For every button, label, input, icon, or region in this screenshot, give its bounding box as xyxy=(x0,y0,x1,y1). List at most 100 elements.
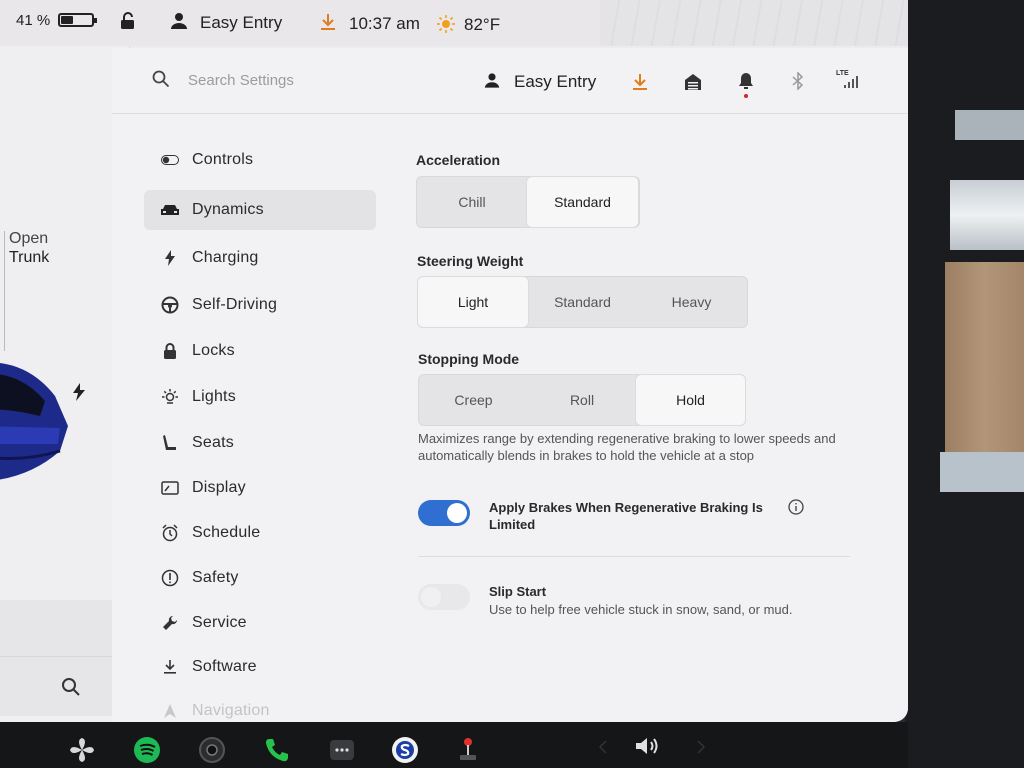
steering-weight-selector: Light Standard Heavy xyxy=(417,276,748,328)
nav-item-controls[interactable]: Controls xyxy=(144,140,376,180)
apply-brakes-toggle[interactable] xyxy=(418,500,470,526)
download-icon[interactable] xyxy=(632,73,648,91)
unlocked-icon[interactable] xyxy=(120,12,136,30)
slip-start-toggle[interactable] xyxy=(418,584,470,610)
battery-icon xyxy=(58,13,97,27)
apply-brakes-label-line1: Apply Brakes When Regenerative Braking I… xyxy=(489,500,763,515)
nav-label: Navigation xyxy=(192,702,270,719)
map-preview[interactable] xyxy=(600,0,908,46)
notification-bell-icon[interactable] xyxy=(738,72,754,98)
nav-label: Charging xyxy=(192,249,259,266)
nav-item-lights[interactable]: Lights xyxy=(144,377,376,417)
display-icon xyxy=(158,478,182,498)
lock-icon xyxy=(158,341,182,361)
bluetooth-icon[interactable] xyxy=(792,72,804,90)
nav-item-schedule[interactable]: Schedule xyxy=(144,513,376,553)
info-icon[interactable] xyxy=(788,499,804,515)
stopping-creep-button[interactable]: Creep xyxy=(419,375,528,425)
nav-item-dynamics[interactable]: Dynamics xyxy=(144,190,376,230)
steering-standard-button[interactable]: Standard xyxy=(528,277,637,327)
nav-item-service[interactable]: Service xyxy=(144,603,376,643)
apply-brakes-label-line2: Limited xyxy=(489,517,536,532)
arcade-joystick-icon[interactable] xyxy=(454,736,482,764)
schedule-icon xyxy=(158,523,182,543)
charging-bolt-icon xyxy=(73,383,85,401)
toggle-knob xyxy=(447,503,467,523)
steering-heavy-button[interactable]: Heavy xyxy=(637,277,746,327)
nav-item-safety[interactable]: Safety xyxy=(144,558,376,598)
light-icon xyxy=(158,387,182,407)
fan-icon[interactable] xyxy=(68,736,96,764)
slip-start-label: Slip Start xyxy=(489,584,547,599)
steering-wheel-icon xyxy=(158,295,182,315)
toggle-knob xyxy=(421,587,441,607)
steering-light-button[interactable]: Light xyxy=(418,277,528,327)
search-input[interactable] xyxy=(188,68,388,92)
nav-label: Service xyxy=(192,614,247,631)
chevron-left-icon[interactable] xyxy=(598,740,608,754)
nav-item-display[interactable]: Display xyxy=(144,468,376,508)
touchscreen: 41 % Easy Entry 10:37 am 82°F Open Trunk xyxy=(0,0,908,722)
nav-item-software[interactable]: Software xyxy=(144,647,376,687)
stopping-hold-button[interactable]: Hold xyxy=(636,375,745,425)
status-bar: 41 % Easy Entry 10:37 am 82°F xyxy=(0,0,908,46)
acceleration-selector: Chill Standard xyxy=(416,176,640,228)
nav-label: Safety xyxy=(192,569,239,586)
dashboard-trim-lower xyxy=(940,452,1024,492)
trunk-label[interactable]: Trunk xyxy=(9,249,49,267)
settings-panel: Easy Entry LTE Controls xyxy=(112,48,908,722)
settings-header: Easy Entry LTE xyxy=(112,48,908,114)
lte-label: LTE xyxy=(836,70,849,77)
nav-item-locks[interactable]: Locks xyxy=(144,331,376,371)
nav-item-navigation[interactable]: Navigation xyxy=(144,691,376,722)
search-icon[interactable] xyxy=(61,677,81,697)
seat-icon xyxy=(158,433,182,453)
camera-icon[interactable] xyxy=(198,736,226,764)
chevron-right-icon[interactable] xyxy=(696,740,706,754)
nav-item-charging[interactable]: Charging xyxy=(144,238,376,278)
download-icon xyxy=(158,657,182,677)
trunk-open-action[interactable]: Open xyxy=(9,230,48,248)
acceleration-title: Acceleration xyxy=(416,152,501,168)
download-icon[interactable] xyxy=(320,13,336,31)
wrench-icon xyxy=(158,613,182,633)
phone-icon[interactable] xyxy=(263,736,291,764)
nav-label: Controls xyxy=(192,151,254,168)
nav-item-seats[interactable]: Seats xyxy=(144,423,376,463)
notification-dot xyxy=(744,94,748,98)
safety-icon xyxy=(158,568,182,588)
toggle-icon xyxy=(158,150,182,170)
sun-icon xyxy=(437,15,455,33)
nav-label: Software xyxy=(192,658,257,675)
siriusxm-icon[interactable] xyxy=(391,736,419,764)
nav-label: Lights xyxy=(192,388,236,405)
clock: 10:37 am xyxy=(349,14,420,33)
car-outline xyxy=(4,231,5,351)
app-launcher-area xyxy=(0,600,118,716)
acceleration-chill-button[interactable]: Chill xyxy=(417,177,527,227)
nav-item-self-driving[interactable]: Self-Driving xyxy=(144,285,376,325)
volume-icon[interactable] xyxy=(634,736,662,756)
stopping-mode-description: Maximizes range by extending regenerativ… xyxy=(418,431,836,463)
person-icon[interactable] xyxy=(170,12,188,30)
lte-signal-icon[interactable]: LTE xyxy=(836,70,862,95)
nav-label: Locks xyxy=(192,342,235,359)
stopping-mode-selector: Creep Roll Hold xyxy=(418,374,746,426)
slip-start-description: Use to help free vehicle stuck in snow, … xyxy=(489,602,793,617)
person-icon[interactable] xyxy=(484,72,500,89)
car-icon xyxy=(158,200,182,220)
acceleration-standard-button[interactable]: Standard xyxy=(527,177,638,227)
stopping-roll-button[interactable]: Roll xyxy=(528,375,636,425)
search-icon[interactable] xyxy=(152,70,170,88)
outside-temperature: 82°F xyxy=(464,15,501,34)
nav-label: Schedule xyxy=(192,524,261,541)
section-divider xyxy=(418,556,850,557)
more-apps-icon[interactable] xyxy=(328,736,356,764)
battery-percent: 41 % xyxy=(16,12,51,29)
homelink-garage-icon[interactable] xyxy=(684,73,702,91)
driver-profile-name[interactable]: Easy Entry xyxy=(514,72,596,92)
driver-profile-name[interactable]: Easy Entry xyxy=(200,13,282,33)
steering-weight-title: Steering Weight xyxy=(417,253,524,269)
wood-trim xyxy=(945,262,1024,454)
spotify-icon[interactable] xyxy=(133,736,161,764)
